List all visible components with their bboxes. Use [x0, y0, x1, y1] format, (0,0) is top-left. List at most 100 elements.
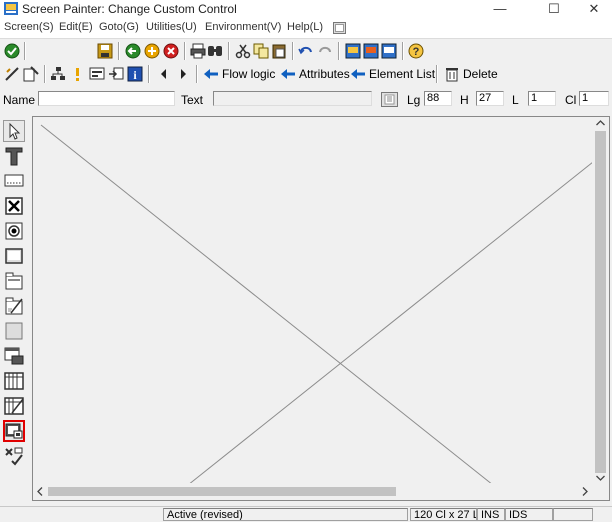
text-input[interactable] — [213, 91, 372, 106]
cl-input[interactable]: 1 — [579, 91, 609, 106]
enter-check-icon[interactable] — [4, 43, 20, 59]
pushbutton-icon — [5, 248, 23, 264]
svg-text:?: ? — [413, 46, 420, 58]
box-tool[interactable] — [3, 320, 25, 342]
flow-logic-arrow-icon[interactable] — [203, 66, 219, 82]
status-bar: Active (revised) 120 Cl x 27 L INS IDS — [0, 506, 612, 522]
subscreen-tool[interactable] — [3, 345, 25, 367]
name-label: Name — [3, 93, 36, 107]
element-attributes-bar: Name Text Lg 88 H 27 L 1 Cl 1 — [0, 86, 612, 112]
h-input[interactable]: 27 — [476, 91, 504, 106]
exit-icon[interactable] — [144, 43, 160, 59]
cancel-icon[interactable] — [163, 43, 179, 59]
display-change-icon[interactable] — [23, 66, 39, 82]
table-wizard-icon — [4, 397, 24, 415]
screen-layout-icon[interactable] — [89, 66, 105, 82]
layout-1-icon[interactable] — [345, 43, 361, 59]
pointer-tool[interactable] — [3, 120, 25, 142]
next-icon[interactable] — [175, 66, 191, 82]
sap-app-icon — [4, 2, 18, 15]
layout-3-icon[interactable] — [381, 43, 397, 59]
scroll-up-icon[interactable] — [596, 120, 605, 126]
status-system: IDS — [505, 508, 553, 521]
custom-control-placeholder[interactable] — [33, 117, 609, 500]
status-icon-icon — [5, 447, 23, 466]
table-control-tool[interactable] — [3, 370, 25, 392]
dictionary-icon[interactable] — [381, 92, 398, 107]
status-extra — [553, 508, 593, 521]
menu-help[interactable]: Help(L) — [287, 21, 323, 33]
find-icon[interactable] — [207, 43, 223, 59]
previous-icon[interactable] — [156, 66, 172, 82]
status-message: Active (revised) — [163, 508, 408, 521]
tabstrip-tool[interactable] — [3, 270, 25, 292]
save-icon[interactable] — [97, 43, 113, 59]
maximize-button[interactable]: ☐ — [532, 0, 576, 18]
vertical-scroll-thumb[interactable] — [595, 131, 606, 473]
scroll-left-icon[interactable] — [37, 487, 43, 496]
customize-layout-icon[interactable] — [333, 22, 346, 34]
layout-canvas[interactable] — [32, 116, 610, 501]
close-button[interactable]: ✕ — [572, 0, 612, 18]
l-input[interactable]: 1 — [528, 91, 556, 106]
tabstrip-wizard-icon — [5, 297, 23, 315]
vertical-scrollbar[interactable] — [592, 117, 609, 485]
input-output-field-tool[interactable] — [3, 170, 25, 192]
checkbox-icon — [5, 197, 23, 215]
element-list-arrow-icon[interactable] — [350, 66, 366, 82]
help-icon[interactable]: ? — [408, 43, 424, 59]
menu-utilities[interactable]: Utilities(U) — [146, 21, 197, 33]
scroll-right-icon[interactable] — [582, 487, 588, 496]
undo-icon[interactable] — [298, 43, 314, 59]
menu-screen[interactable]: Screen(S) — [4, 21, 54, 33]
standard-toolbar: ? — [0, 38, 612, 63]
scroll-down-icon[interactable] — [596, 475, 605, 481]
redo-icon[interactable] — [317, 43, 333, 59]
pointer-icon — [9, 122, 21, 140]
menu-bar: Screen(S) Edit(E) Goto(G) Utilities(U) E… — [0, 18, 612, 38]
horizontal-scroll-thumb[interactable] — [48, 487, 396, 496]
io-field-icon — [4, 174, 24, 187]
tabstrip-wizard-tool[interactable] — [3, 295, 25, 317]
trash-icon[interactable] — [444, 66, 460, 82]
status-icon-tool[interactable] — [3, 445, 25, 467]
l-label: L — [512, 93, 519, 107]
lg-input[interactable]: 88 — [424, 91, 452, 106]
transfer-icon[interactable] — [108, 66, 124, 82]
attributes-arrow-icon[interactable] — [280, 66, 296, 82]
text-field-icon — [5, 147, 23, 166]
window-title: Screen Painter: Change Custom Control — [22, 2, 237, 16]
tabstrip-icon — [5, 272, 23, 290]
radio-button-icon — [5, 222, 23, 240]
menu-environment[interactable]: Environment(V) — [205, 21, 281, 33]
exclamation-icon[interactable] — [70, 66, 86, 82]
copy-icon[interactable] — [253, 43, 269, 59]
status-size: 120 Cl x 27 L — [410, 508, 477, 521]
checkbox-tool[interactable] — [3, 195, 25, 217]
element-list-button[interactable]: Element List — [369, 67, 435, 81]
info-icon[interactable]: i — [127, 66, 143, 82]
text-field-tool[interactable] — [3, 145, 25, 167]
horizontal-scrollbar[interactable] — [33, 483, 592, 500]
paste-icon[interactable] — [271, 43, 287, 59]
table-control-wizard-tool[interactable] — [3, 395, 25, 417]
status-mode: INS — [477, 508, 505, 521]
other-screen-icon[interactable] — [4, 66, 20, 82]
title-bar: Screen Painter: Change Custom Control — … — [0, 0, 612, 18]
print-icon[interactable] — [190, 43, 206, 59]
menu-goto[interactable]: Goto(G) — [99, 21, 139, 33]
attributes-button[interactable]: Attributes — [299, 67, 350, 81]
pushbutton-tool[interactable] — [3, 245, 25, 267]
flow-logic-button[interactable]: Flow logic — [222, 67, 275, 81]
name-input[interactable] — [38, 91, 175, 106]
hierarchy-icon[interactable] — [50, 66, 66, 82]
layout-2-icon[interactable] — [363, 43, 379, 59]
back-icon[interactable] — [125, 43, 141, 59]
custom-control-tool[interactable] — [3, 420, 25, 442]
radio-button-tool[interactable] — [3, 220, 25, 242]
menu-edit[interactable]: Edit(E) — [59, 21, 93, 33]
minimize-button[interactable]: — — [478, 0, 522, 18]
delete-button[interactable]: Delete — [463, 67, 498, 81]
cut-icon[interactable] — [235, 43, 251, 59]
table-control-icon — [4, 372, 24, 390]
